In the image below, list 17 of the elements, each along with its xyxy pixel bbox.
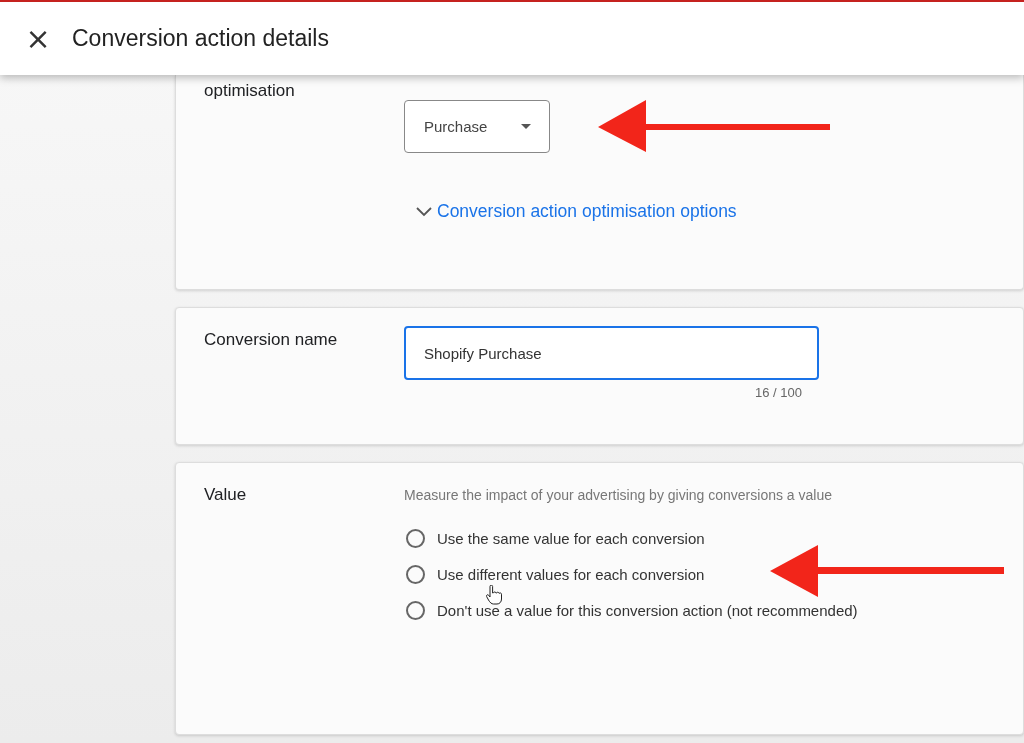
radio-button[interactable]	[406, 601, 425, 620]
value-description: Measure the impact of your advertising by giving conversions a value	[404, 487, 833, 503]
options-link[interactable]: Conversion action optimisation options	[416, 201, 737, 222]
close-button[interactable]: ×	[24, 24, 52, 53]
dialog-title: Conversion action details	[72, 25, 329, 52]
category-dropdown[interactable]: Purchase	[404, 100, 550, 153]
character-counter: 16 / 100	[755, 385, 802, 400]
conversion-name-field[interactable]: Shopify Purchase	[404, 326, 819, 380]
hand-cursor-icon	[486, 585, 502, 605]
chevron-icon	[416, 206, 432, 217]
section-label: Conversion name	[203, 329, 339, 351]
section-label: optimisation	[203, 80, 296, 102]
radio-button[interactable]	[406, 529, 425, 548]
caret-icon	[521, 124, 531, 129]
dropdown-value: Purchase	[424, 118, 488, 135]
radio-button[interactable]	[406, 565, 425, 584]
section-label: Value	[203, 484, 248, 506]
